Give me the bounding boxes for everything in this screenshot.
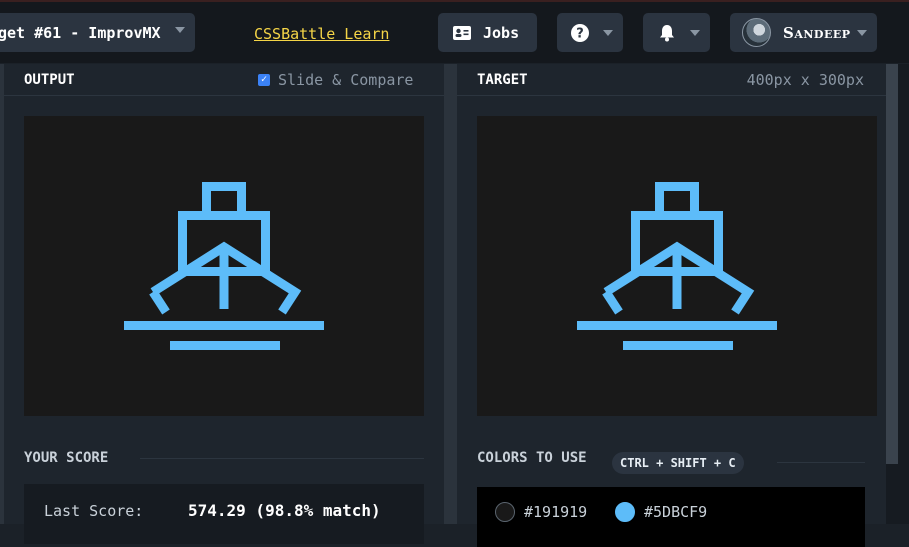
color-chip-dark[interactable]: #191919 <box>495 502 587 522</box>
help-icon: ? <box>571 23 589 42</box>
svg-text:?: ? <box>576 26 584 41</box>
colors-section-title: COLORS TO USE <box>477 450 587 466</box>
chevron-down-icon <box>690 30 700 36</box>
ship-icon <box>124 182 324 350</box>
scrollbar-thumb[interactable] <box>886 64 898 464</box>
score-section-title: YOUR SCORE <box>24 450 109 466</box>
output-panel: OUTPUT ✓ Slide & Compare YOUR SCORE Last… <box>0 64 444 544</box>
user-name: Sandeep <box>783 23 851 42</box>
slide-compare-label: Slide & Compare <box>278 71 414 89</box>
target-selector[interactable]: get #61 - ImprovMX <box>0 13 195 52</box>
output-title: OUTPUT <box>24 72 75 88</box>
user-menu-button[interactable]: Sandeep <box>730 13 877 52</box>
checkbox-icon[interactable]: ✓ <box>258 74 270 86</box>
chevron-down-icon <box>857 30 867 36</box>
output-canvas[interactable] <box>24 116 424 416</box>
notifications-button[interactable] <box>643 13 710 52</box>
cssbattle-learn-link[interactable]: CSSBattle Learn <box>254 25 389 43</box>
color-code: #191919 <box>524 503 588 521</box>
colors-list: #191919 #5DBCF9 <box>477 487 865 547</box>
id-card-icon <box>453 25 471 40</box>
panel-resize-handle[interactable] <box>444 64 457 524</box>
target-panel: TARGET 400px x 300px COLORS TO USE CTRL … <box>457 64 886 547</box>
help-menu-button[interactable]: ? <box>557 13 623 52</box>
avatar <box>742 18 771 47</box>
last-score-label: Last Score: <box>44 502 144 520</box>
output-panel-header: OUTPUT ✓ Slide & Compare <box>0 64 444 96</box>
target-panel-header: TARGET 400px x 300px <box>457 64 886 96</box>
color-code: #5DBCF9 <box>644 503 708 521</box>
divider <box>140 458 424 459</box>
target-dimensions: 400px x 300px <box>746 71 864 89</box>
copy-colors-shortcut: CTRL + SHIFT + C <box>612 452 744 474</box>
target-title-label: TARGET <box>477 72 528 88</box>
score-box: Last Score: 574.29 (98.8% match) <box>24 484 424 544</box>
top-bar: get #61 - ImprovMX CSSBattle Learn Jobs … <box>0 0 909 63</box>
left-gutter <box>0 64 4 524</box>
last-score-value: 574.29 (98.8% match) <box>188 501 381 520</box>
chevron-down-icon <box>175 27 185 33</box>
jobs-label: Jobs <box>483 23 520 42</box>
ship-icon <box>577 182 777 350</box>
target-title: get #61 - ImprovMX <box>0 23 161 42</box>
jobs-button[interactable]: Jobs <box>438 13 537 52</box>
bell-icon <box>660 24 674 41</box>
chevron-down-icon <box>603 30 613 36</box>
target-image <box>477 116 877 416</box>
color-swatch <box>615 502 635 522</box>
color-chip-blue[interactable]: #5DBCF9 <box>615 502 707 522</box>
color-swatch <box>495 502 515 522</box>
divider <box>777 462 865 463</box>
slide-compare-toggle[interactable]: ✓ Slide & Compare <box>258 71 413 89</box>
